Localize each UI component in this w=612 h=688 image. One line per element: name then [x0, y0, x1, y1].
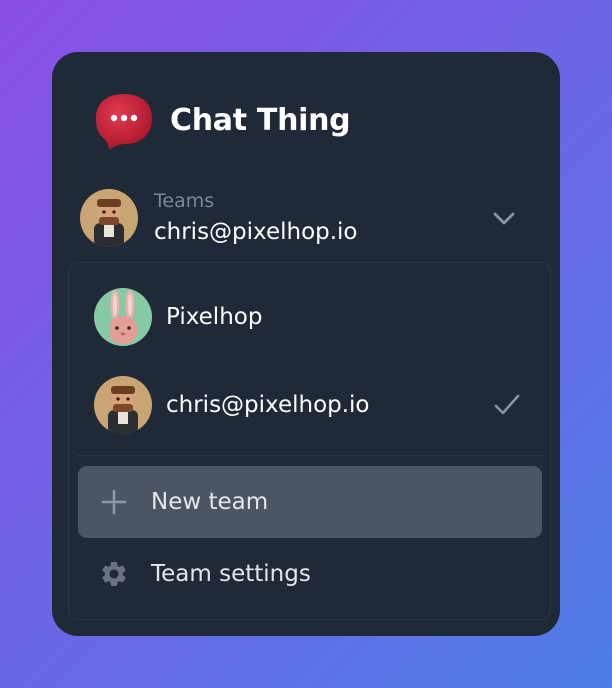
team-settings-button[interactable]: Team settings — [78, 538, 542, 610]
gear-icon — [99, 559, 129, 589]
switcher-text: Teams chris@pixelhop.io — [154, 188, 358, 248]
switcher-label: Teams — [154, 190, 215, 212]
user-avatar — [94, 376, 152, 434]
team-option-label: Pixelhop — [166, 304, 263, 330]
chevron-down-icon[interactable] — [492, 206, 516, 230]
menu-divider — [77, 455, 542, 456]
current-team-name: chris@pixelhop.io — [154, 219, 358, 245]
brand: Chat Thing — [92, 88, 351, 152]
bunny-avatar — [94, 288, 152, 346]
team-option-label: chris@pixelhop.io — [166, 392, 370, 418]
team-settings-label: Team settings — [151, 561, 311, 587]
chat-bubble-dots-icon — [92, 88, 156, 152]
app-title: Chat Thing — [170, 102, 351, 138]
checkmark-icon — [494, 393, 520, 417]
plus-icon — [99, 487, 129, 517]
new-team-button[interactable]: New team — [78, 466, 542, 538]
team-menu-panel: Chat Thing Teams chris@pixelhop.io Pixel… — [52, 52, 560, 636]
new-team-label: New team — [151, 489, 269, 515]
team-dropdown-menu: Pixelhop chris@pixelhop.io New team Team… — [68, 262, 551, 620]
team-option-chris[interactable]: chris@pixelhop.io — [69, 375, 550, 435]
team-switcher-button[interactable]: Teams chris@pixelhop.io — [80, 186, 532, 250]
user-avatar — [80, 189, 138, 247]
team-option-pixelhop[interactable]: Pixelhop — [69, 287, 550, 347]
